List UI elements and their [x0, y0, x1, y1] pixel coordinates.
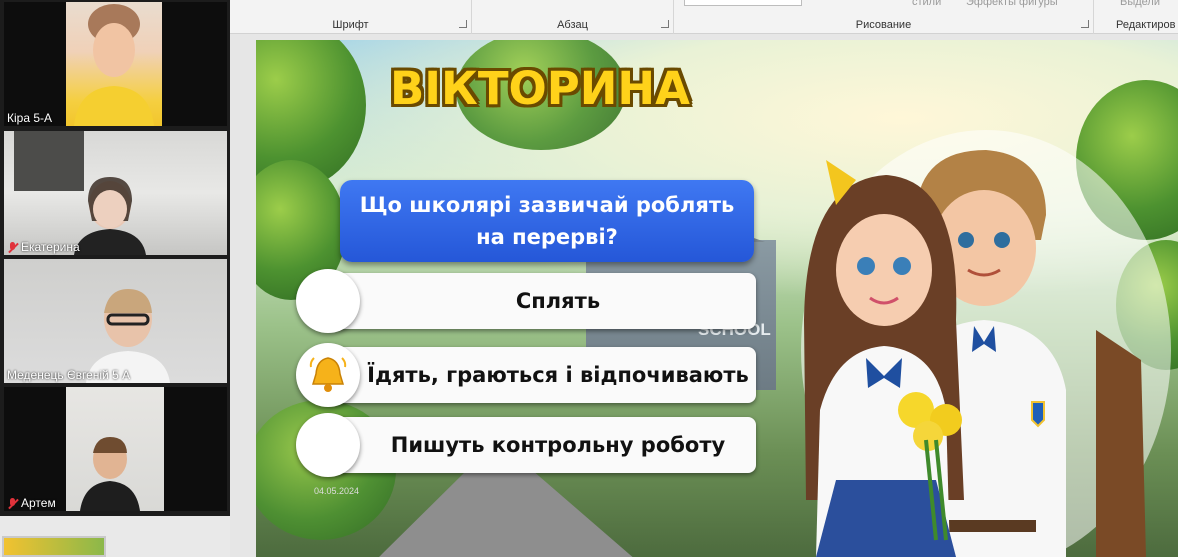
ribbon-group-label: Шрифт	[332, 19, 369, 31]
bell-icon	[309, 357, 347, 392]
person-silhouette-icon	[80, 437, 140, 511]
students-illustration	[801, 130, 1171, 557]
ribbon-group-editing[interactable]: Выдели Редактиров	[1108, 0, 1178, 34]
dialog-launcher-icon[interactable]	[459, 20, 467, 28]
quiz-slide[interactable]: SCHOOL 04.05.2024 ВІКТОРИНА Що школярі з…	[256, 40, 1178, 557]
answer-text: Пишуть контрольну роботу	[390, 433, 726, 457]
screen: Шрифт Абзац стили Эффекты фигуры Рисован…	[0, 0, 1178, 557]
ribbon-group-label: Редактиров	[1116, 19, 1176, 31]
dialog-launcher-icon[interactable]	[1081, 20, 1089, 28]
slide-date: 04.05.2024	[314, 486, 360, 496]
select-label[interactable]: Выдели	[1120, 0, 1160, 8]
ribbon-group-label: Рисование	[855, 19, 912, 31]
participant-video	[4, 131, 227, 255]
participant-video	[4, 259, 227, 383]
quiz-title: ВІКТОРИНА	[390, 62, 690, 115]
participant-name: Екатерина	[7, 240, 80, 254]
person-silhouette-icon	[14, 131, 146, 255]
participant-video	[66, 387, 164, 511]
road	[376, 470, 636, 557]
dialog-launcher-icon[interactable]	[661, 20, 669, 28]
answer-option-1[interactable]: Сплять	[296, 269, 756, 333]
ribbon-group-font[interactable]: Шрифт	[230, 0, 472, 34]
answer-marker	[296, 269, 360, 333]
slide-thumbnail[interactable]	[2, 536, 106, 557]
answer-text: Сплять	[515, 289, 601, 313]
answer-option-3[interactable]: Пишуть контрольну роботу	[296, 413, 756, 477]
answer-marker	[296, 413, 360, 477]
participant-tile[interactable]: Екатерина	[4, 131, 227, 255]
ribbon-group-label: Абзац	[557, 19, 588, 31]
video-gallery: Кіра 5-А Екатерина Меденець Євгеній 5 А …	[0, 0, 230, 516]
answer-marker	[296, 343, 360, 407]
ribbon-group-paragraph[interactable]: Абзац	[472, 0, 674, 34]
ribbon-group-drawing[interactable]: стили Эффекты фигуры Рисование	[674, 0, 1094, 34]
styles-label[interactable]: стили	[912, 0, 941, 8]
person-silhouette-icon	[86, 289, 170, 383]
participant-tile[interactable]: Артем	[4, 387, 227, 511]
answer-text: Їдять, граються і відпочивають	[367, 363, 749, 387]
person-silhouette-icon	[74, 4, 154, 126]
shape-effects-label[interactable]: Эффекты фигуры	[966, 0, 1058, 8]
participant-name: Артем	[7, 496, 56, 510]
question-box: Що школярі зазвичай роблять на перерві?	[340, 180, 754, 262]
participant-name: Меденець Євгеній 5 А	[7, 368, 131, 382]
answer-option-2[interactable]: Їдять, граються і відпочивають	[296, 343, 756, 407]
participant-name: Кіра 5-А	[7, 111, 53, 125]
participant-tile[interactable]: Меденець Євгеній 5 А	[4, 259, 227, 383]
mic-muted-icon	[7, 241, 18, 253]
mic-muted-icon	[7, 497, 18, 509]
participant-tile[interactable]: Кіра 5-А	[4, 2, 227, 126]
participant-video	[66, 2, 162, 126]
